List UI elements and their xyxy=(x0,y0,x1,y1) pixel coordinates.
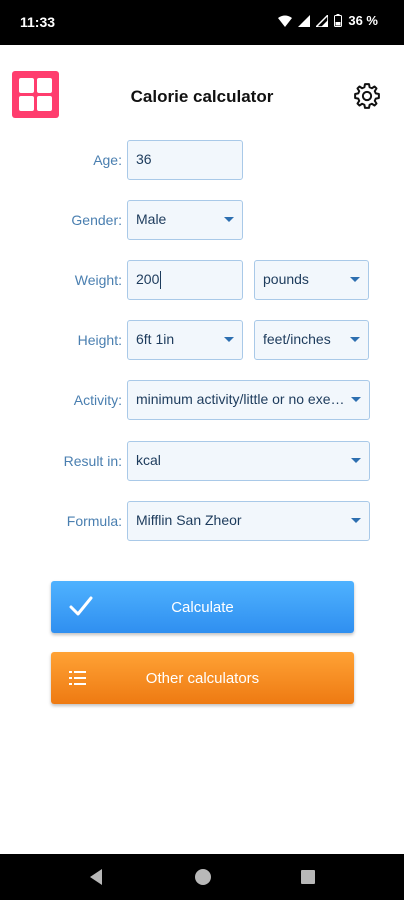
height-select[interactable]: 6ft 1in xyxy=(127,320,243,360)
calculate-button[interactable]: Calculate xyxy=(51,581,354,633)
formula-label: Formula: xyxy=(66,513,122,529)
dropdown-arrow-icon xyxy=(351,397,361,402)
other-calculators-button[interactable]: Other calculators xyxy=(51,652,354,704)
result-row: Result in: kcal xyxy=(0,441,404,483)
height-unit-value: feet/inches xyxy=(263,331,331,347)
gear-icon[interactable] xyxy=(352,81,382,111)
other-calculators-label: Other calculators xyxy=(145,670,260,687)
height-value: 6ft 1in xyxy=(136,331,175,347)
calculate-label: Calculate xyxy=(171,599,234,616)
app-header: Calorie calculator xyxy=(0,45,404,145)
system-nav-bar xyxy=(0,854,404,900)
status-icons: 36 % xyxy=(278,13,378,28)
status-bar: 11:33 36 % xyxy=(0,0,404,45)
battery-percent: 36 % xyxy=(348,13,378,28)
age-row: Age: 36 xyxy=(0,140,404,182)
weight-row: Weight: 200 pounds xyxy=(0,260,404,302)
gender-label: Gender: xyxy=(71,212,122,228)
activity-label: Activity: xyxy=(73,392,122,408)
dropdown-arrow-icon xyxy=(350,337,360,342)
signal-icon-2 xyxy=(316,14,329,27)
height-unit-select[interactable]: feet/inches xyxy=(254,320,369,360)
text-cursor xyxy=(160,271,162,290)
battery-icon xyxy=(334,14,343,27)
signal-icon xyxy=(298,14,311,27)
result-unit-select[interactable]: kcal xyxy=(127,441,370,481)
dropdown-arrow-icon xyxy=(224,337,234,342)
gender-row: Gender: Male xyxy=(0,200,404,242)
back-icon[interactable] xyxy=(90,869,102,885)
dropdown-arrow-icon xyxy=(351,518,361,523)
formula-value: Mifflin San Zheor xyxy=(136,512,242,528)
formula-select[interactable]: Mifflin San Zheor xyxy=(127,501,370,541)
weight-label: Weight: xyxy=(74,272,122,288)
height-row: Height: 6ft 1in feet/inches xyxy=(0,320,404,362)
dropdown-arrow-icon xyxy=(224,217,234,222)
page-title: Calorie calculator xyxy=(130,87,274,106)
age-label: Age: xyxy=(93,152,122,168)
age-input[interactable]: 36 xyxy=(127,140,243,180)
formula-row: Formula: Mifflin San Zheor xyxy=(0,501,404,543)
weight-unit-select[interactable]: pounds xyxy=(254,260,369,300)
gender-value: Male xyxy=(136,211,167,227)
weight-input[interactable]: 200 xyxy=(127,260,243,300)
activity-row: Activity: minimum activity/little or no … xyxy=(0,380,404,422)
gender-select[interactable]: Male xyxy=(127,200,243,240)
result-label: Result in: xyxy=(63,453,122,469)
weight-unit-value: pounds xyxy=(263,271,309,287)
result-unit-value: kcal xyxy=(136,452,161,468)
home-icon[interactable] xyxy=(195,869,211,885)
wifi-icon xyxy=(278,15,293,27)
dropdown-arrow-icon xyxy=(351,458,361,463)
recent-apps-icon[interactable] xyxy=(301,870,315,884)
activity-select[interactable]: minimum activity/little or no exercise xyxy=(127,380,370,420)
activity-value: minimum activity/little or no exercise xyxy=(136,391,347,407)
status-time: 11:33 xyxy=(20,14,56,30)
height-label: Height: xyxy=(77,332,122,348)
dropdown-arrow-icon xyxy=(350,277,360,282)
weight-value: 200 xyxy=(136,271,160,287)
